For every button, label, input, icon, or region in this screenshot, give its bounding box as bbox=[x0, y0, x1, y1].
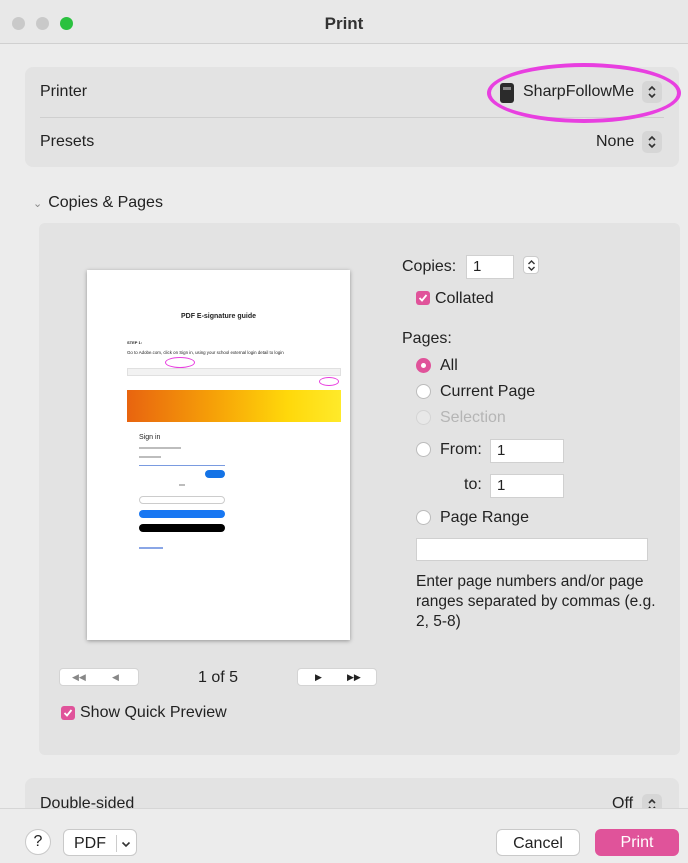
preview-google-button bbox=[139, 496, 225, 504]
prev-page-icon[interactable]: ◀ bbox=[112, 672, 119, 683]
preview-annotation-oval bbox=[319, 377, 339, 386]
preview-apple-button bbox=[139, 524, 225, 532]
preview-facebook-button bbox=[139, 510, 225, 518]
pages-range-radio[interactable] bbox=[416, 510, 431, 525]
pages-to-field[interactable]: 1 bbox=[490, 474, 564, 498]
page-nav-back-group: ◀◀ ◀ bbox=[59, 668, 139, 686]
preview-email-input bbox=[139, 462, 225, 466]
preview-continue-button bbox=[205, 470, 225, 478]
pages-all-label[interactable]: All bbox=[440, 357, 458, 375]
show-quick-preview-label[interactable]: Show Quick Preview bbox=[80, 704, 227, 722]
double-sided-label: Double-sided bbox=[40, 795, 135, 808]
page-preview: PDF E-signature guide STEP 1: Go to Adob… bbox=[87, 270, 350, 640]
page-range-help-text: Enter page numbers and/or page ranges se… bbox=[416, 573, 656, 630]
printer-highlight-annotation bbox=[487, 63, 681, 123]
presets-chevron-updown-icon[interactable] bbox=[642, 131, 662, 153]
pages-selection-radio bbox=[416, 410, 431, 425]
double-sided-row: Double-sided Off bbox=[25, 778, 679, 808]
pages-to-label: to: bbox=[464, 476, 482, 493]
pages-from-label[interactable]: From: bbox=[440, 441, 482, 459]
cancel-button[interactable]: Cancel bbox=[496, 829, 580, 856]
help-button[interactable]: ? bbox=[25, 829, 51, 855]
double-sided-chevron-updown-icon[interactable] bbox=[642, 794, 662, 808]
preview-doc-line: Go to Adobe.com, click on Sign in, using… bbox=[127, 350, 284, 355]
preview-text-line bbox=[139, 456, 161, 458]
double-sided-popup[interactable]: Off bbox=[612, 795, 633, 808]
pages-range-label[interactable]: Page Range bbox=[440, 509, 529, 527]
chevron-updown-icon bbox=[528, 260, 535, 271]
pdf-menu-button[interactable]: PDF bbox=[63, 829, 137, 856]
page-indicator: 1 of 5 bbox=[197, 669, 239, 686]
presets-label: Presets bbox=[40, 133, 95, 150]
title-bar: Print bbox=[0, 0, 688, 44]
preview-text-line bbox=[139, 447, 181, 449]
pages-label: Pages: bbox=[402, 330, 452, 347]
section-title: Copies & Pages bbox=[48, 194, 163, 211]
pages-current-label[interactable]: Current Page bbox=[440, 383, 535, 401]
next-page-icon[interactable]: ▶ bbox=[315, 672, 322, 683]
last-page-icon[interactable]: ▶▶ bbox=[347, 672, 361, 683]
printer-label: Printer bbox=[40, 83, 88, 100]
pdf-label: PDF bbox=[74, 835, 106, 852]
preview-doc-title: PDF E-signature guide bbox=[180, 313, 257, 320]
preview-browser-bar bbox=[127, 368, 341, 376]
pages-current-radio[interactable] bbox=[416, 384, 431, 399]
pages-selection-label: Selection bbox=[440, 409, 506, 426]
show-quick-preview-checkbox[interactable] bbox=[61, 706, 75, 720]
preview-doc-step: STEP 1: bbox=[127, 340, 143, 345]
preview-annotation-oval bbox=[165, 357, 195, 368]
window-title: Print bbox=[324, 14, 364, 33]
copies-pages-disclosure[interactable]: ⌄ Copies & Pages bbox=[33, 194, 163, 212]
disclosure-chevron-icon: ⌄ bbox=[33, 198, 43, 210]
pages-from-field[interactable]: 1 bbox=[490, 439, 564, 463]
chevron-down-icon[interactable] bbox=[121, 841, 131, 848]
preview-text-line bbox=[179, 484, 185, 486]
copies-field[interactable]: 1 bbox=[466, 255, 514, 279]
checkbox-check-icon bbox=[63, 709, 73, 717]
checkbox-check-icon bbox=[418, 294, 428, 302]
presets-row: Presets None bbox=[25, 117, 679, 167]
collated-label[interactable]: Collated bbox=[435, 290, 494, 308]
first-page-icon[interactable]: ◀◀ bbox=[72, 672, 86, 683]
print-button[interactable]: Print bbox=[595, 829, 679, 856]
preview-help-link bbox=[139, 547, 163, 549]
pdf-button-divider bbox=[116, 835, 117, 852]
collated-checkbox[interactable] bbox=[416, 291, 430, 305]
pages-all-radio[interactable] bbox=[416, 358, 431, 373]
presets-popup[interactable]: None bbox=[596, 133, 634, 151]
pages-from-radio[interactable] bbox=[416, 442, 431, 457]
preview-banner bbox=[127, 390, 341, 422]
copies-label: Copies: bbox=[402, 258, 457, 275]
page-nav-forward-group: ▶ ▶▶ bbox=[297, 668, 377, 686]
preview-signin-heading: Sign in bbox=[139, 434, 161, 441]
copies-stepper[interactable] bbox=[523, 256, 539, 274]
page-range-field[interactable] bbox=[416, 538, 648, 561]
